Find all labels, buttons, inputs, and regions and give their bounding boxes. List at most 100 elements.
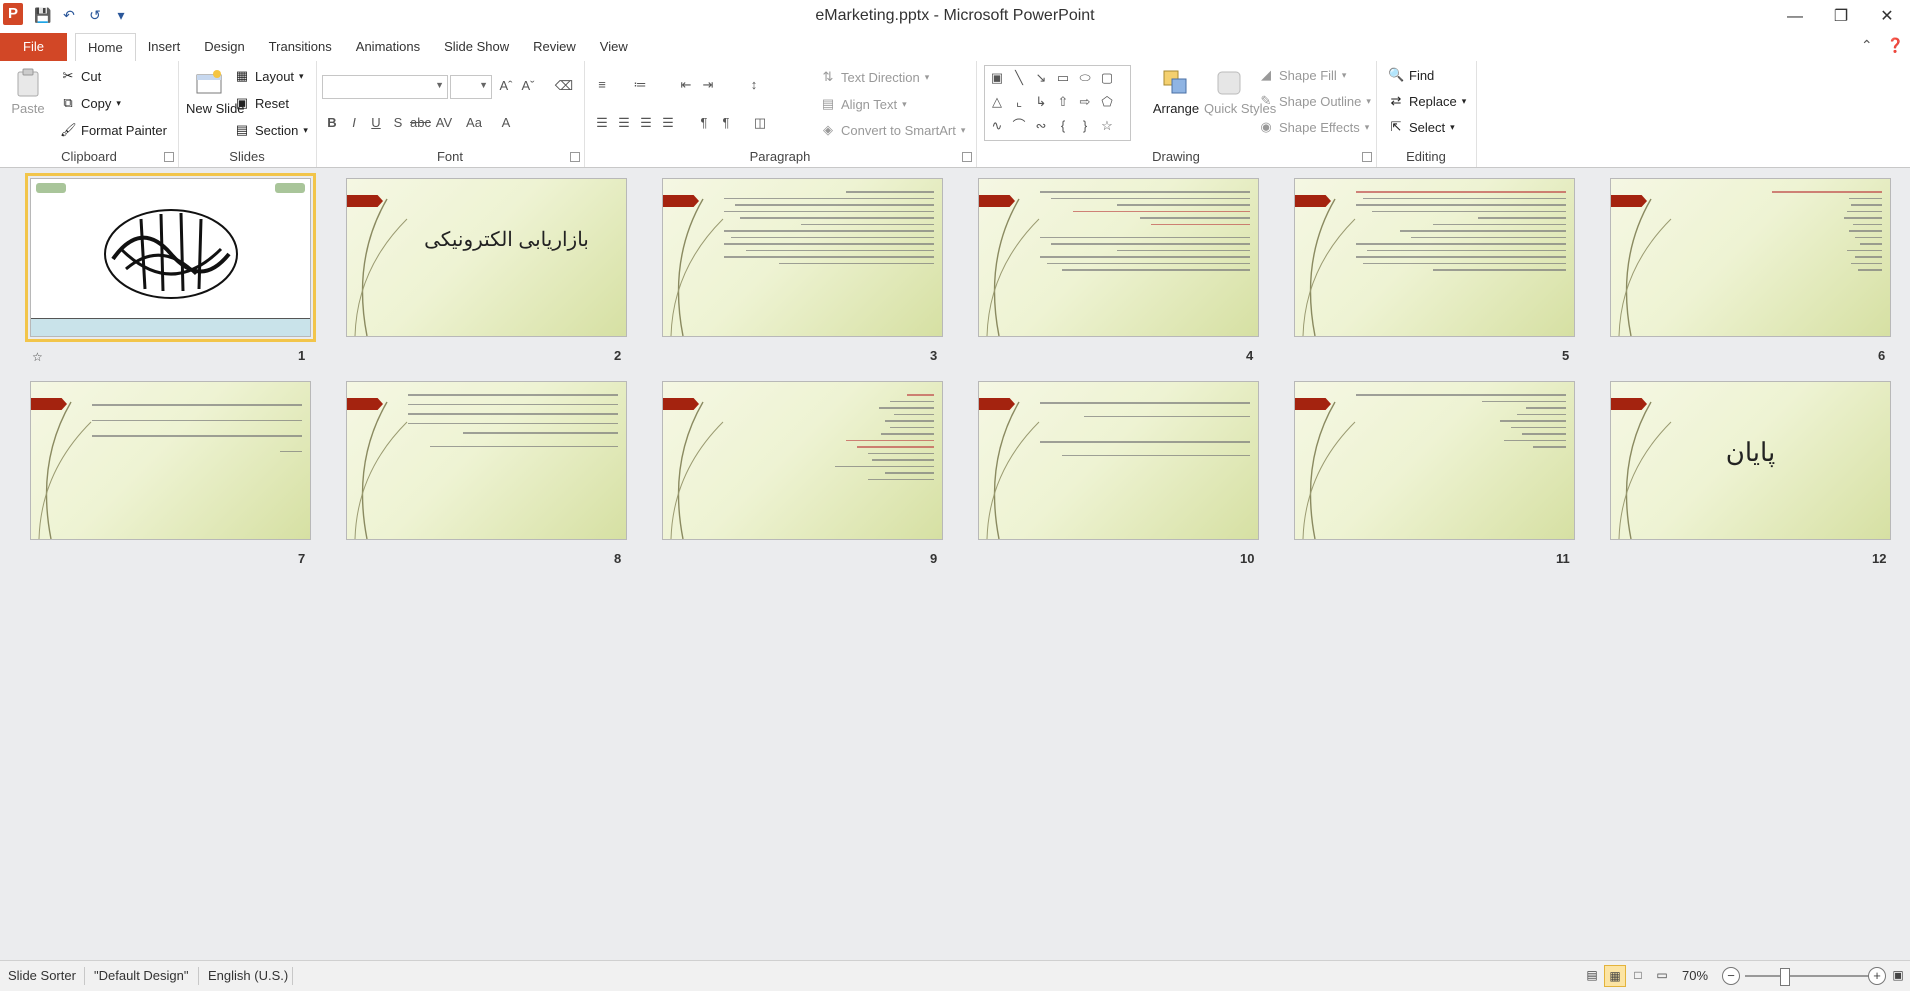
normal-view-icon[interactable]: ▤ xyxy=(1582,965,1602,985)
cut-button[interactable]: ✂ Cut xyxy=(60,68,102,84)
paragraph-launcher[interactable] xyxy=(962,152,972,162)
reset-button[interactable]: ▣ Reset xyxy=(234,95,289,111)
copy-button[interactable]: ⧉ Copy ▾ xyxy=(60,95,121,111)
line-spacing-icon[interactable]: ↕ xyxy=(744,75,764,95)
freeform-shape-icon[interactable]: ∿ xyxy=(987,116,1007,136)
slide-thumbnail-8[interactable] xyxy=(346,381,627,540)
quick-styles-button[interactable]: Quick Styles xyxy=(1204,67,1276,117)
minimize-ribbon-icon[interactable]: ⌃ xyxy=(1861,37,1873,54)
section-button[interactable]: ▤ Section ▾ xyxy=(234,122,308,138)
tab-animations[interactable]: Animations xyxy=(344,33,432,61)
convert-smartart-button[interactable]: ◈ Convert to SmartArt ▾ xyxy=(820,122,965,138)
pentagon-shape-icon[interactable]: ⬠ xyxy=(1097,92,1117,112)
bold-icon[interactable]: B xyxy=(322,113,342,133)
zoom-level[interactable]: 70% xyxy=(1682,968,1708,983)
fit-to-window-icon[interactable]: ▣ xyxy=(1888,965,1908,985)
slide-thumbnail-1[interactable] xyxy=(25,173,316,342)
shrink-font-icon[interactable]: Aˇ xyxy=(518,76,538,96)
zoom-slider[interactable] xyxy=(1745,975,1875,977)
clear-formatting-icon[interactable]: ⌫ xyxy=(554,76,574,96)
shape-fill-button[interactable]: ◢ Shape Fill ▾ xyxy=(1258,67,1346,83)
tab-review[interactable]: Review xyxy=(521,33,588,61)
strikethrough-icon[interactable]: abc xyxy=(410,113,431,133)
line-shape-icon[interactable]: ╲ xyxy=(1009,68,1029,88)
tab-transitions[interactable]: Transitions xyxy=(257,33,344,61)
slide-thumbnail-10[interactable] xyxy=(978,381,1259,540)
align-right-icon[interactable]: ☰ xyxy=(636,113,656,133)
tab-view[interactable]: View xyxy=(588,33,640,61)
layout-button[interactable]: ▦ Layout ▾ xyxy=(234,68,304,84)
tab-design[interactable]: Design xyxy=(192,33,256,61)
align-center-icon[interactable]: ☰ xyxy=(614,113,634,133)
arrange-button[interactable]: Arrange xyxy=(1150,67,1202,117)
columns-icon[interactable]: ◫ xyxy=(750,113,770,133)
slide-thumbnail-6[interactable] xyxy=(1610,178,1891,337)
find-button[interactable]: 🔍 Find xyxy=(1388,67,1434,83)
numbering-icon[interactable]: ≔ xyxy=(630,75,650,95)
drawing-launcher[interactable] xyxy=(1362,152,1372,162)
theme-status[interactable]: "Default Design" xyxy=(94,968,189,983)
clipboard-launcher[interactable] xyxy=(164,152,174,162)
font-color-icon[interactable]: A xyxy=(496,113,516,133)
slide-thumbnail-11[interactable] xyxy=(1294,381,1575,540)
bullets-icon[interactable]: ≡ xyxy=(592,75,612,95)
elbow-arrow-icon[interactable]: ↳ xyxy=(1031,92,1051,112)
right-to-left-icon[interactable]: ¶ xyxy=(716,113,736,133)
zoom-slider-thumb[interactable] xyxy=(1780,968,1790,986)
rounded-rectangle-shape-icon[interactable]: ▢ xyxy=(1097,68,1117,88)
align-text-button[interactable]: ▤ Align Text ▾ xyxy=(820,96,907,112)
tab-home[interactable]: Home xyxy=(75,33,136,63)
minimize-icon[interactable]: — xyxy=(1772,0,1818,33)
oval-shape-icon[interactable]: ⬭ xyxy=(1075,68,1095,88)
rectangle-shape-icon[interactable]: ▭ xyxy=(1053,68,1073,88)
close-icon[interactable]: ✕ xyxy=(1864,0,1910,33)
brace-right-shape-icon[interactable]: } xyxy=(1075,116,1095,136)
left-to-right-icon[interactable]: ¶ xyxy=(694,113,714,133)
curve-shape-icon[interactable]: ∾ xyxy=(1031,116,1051,136)
zoom-in-icon[interactable]: + xyxy=(1868,967,1886,985)
shape-effects-button[interactable]: ◉ Shape Effects ▾ xyxy=(1258,119,1369,135)
brace-left-shape-icon[interactable]: { xyxy=(1053,116,1073,136)
elbow-connector-icon[interactable]: ⌞ xyxy=(1009,92,1029,112)
reading-view-icon[interactable]: □ xyxy=(1628,965,1648,985)
slide-thumbnail-7[interactable] xyxy=(30,381,311,540)
replace-button[interactable]: ⇄ Replace ▾ xyxy=(1388,93,1467,109)
slide-thumbnail-5[interactable] xyxy=(1294,178,1575,337)
format-painter-button[interactable]: 🖌 Format Painter xyxy=(60,122,167,138)
slide-thumbnail-9[interactable] xyxy=(662,381,943,540)
shadow-icon[interactable]: S xyxy=(388,113,408,133)
change-case-icon[interactable]: Aa xyxy=(464,113,484,133)
increase-indent-icon[interactable]: ⇥ xyxy=(698,75,718,95)
tab-slide-show[interactable]: Slide Show xyxy=(432,33,521,61)
font-name-box[interactable]: ▼ xyxy=(322,75,448,99)
underline-icon[interactable]: U xyxy=(366,113,386,133)
select-button[interactable]: ⇱ Select ▾ xyxy=(1388,119,1455,135)
arrow-line-shape-icon[interactable]: ↘ xyxy=(1031,68,1051,88)
shapes-gallery[interactable]: ▣ ╲ ↘ ▭ ⬭ ▢ △ ⌞ ↳ ⇧ ⇨ ⬠ ∿ ⌒ ∾ { } ☆ xyxy=(984,65,1131,141)
tab-insert[interactable]: Insert xyxy=(136,33,193,61)
slide-thumbnail-2[interactable]: بازاریابی الکترونیکی xyxy=(346,178,627,337)
shape-outline-button[interactable]: ✎ Shape Outline ▾ xyxy=(1258,93,1371,109)
language-status[interactable]: English (U.S.) xyxy=(208,968,288,983)
text-direction-button[interactable]: ⇅ Text Direction ▾ xyxy=(820,69,930,85)
tab-file[interactable]: File xyxy=(0,33,67,61)
paste-button[interactable]: Paste xyxy=(10,67,46,117)
slide-thumbnail-4[interactable] xyxy=(978,178,1259,337)
triangle-shape-icon[interactable]: △ xyxy=(987,92,1007,112)
arrow-right-shape-icon[interactable]: ⇨ xyxy=(1075,92,1095,112)
arc-shape-icon[interactable]: ⌒ xyxy=(1009,116,1029,136)
arrow-up-shape-icon[interactable]: ⇧ xyxy=(1053,92,1073,112)
decrease-indent-icon[interactable]: ⇤ xyxy=(676,75,696,95)
align-left-icon[interactable]: ☰ xyxy=(592,113,612,133)
textbox-shape-icon[interactable]: ▣ xyxy=(987,68,1007,88)
italic-icon[interactable]: I xyxy=(344,113,364,133)
zoom-out-icon[interactable]: − xyxy=(1722,967,1740,985)
character-spacing-icon[interactable]: AV xyxy=(434,113,454,133)
slide-thumbnail-12[interactable]: پایان xyxy=(1610,381,1891,540)
font-size-box[interactable]: ▼ xyxy=(450,75,492,99)
star-shape-icon[interactable]: ☆ xyxy=(1097,116,1117,136)
grow-font-icon[interactable]: Aˆ xyxy=(496,76,516,96)
help-icon[interactable]: ❓ xyxy=(1887,37,1904,54)
slide-show-view-icon[interactable]: ▭ xyxy=(1652,965,1672,985)
transition-icon[interactable]: ☆ xyxy=(32,350,43,364)
